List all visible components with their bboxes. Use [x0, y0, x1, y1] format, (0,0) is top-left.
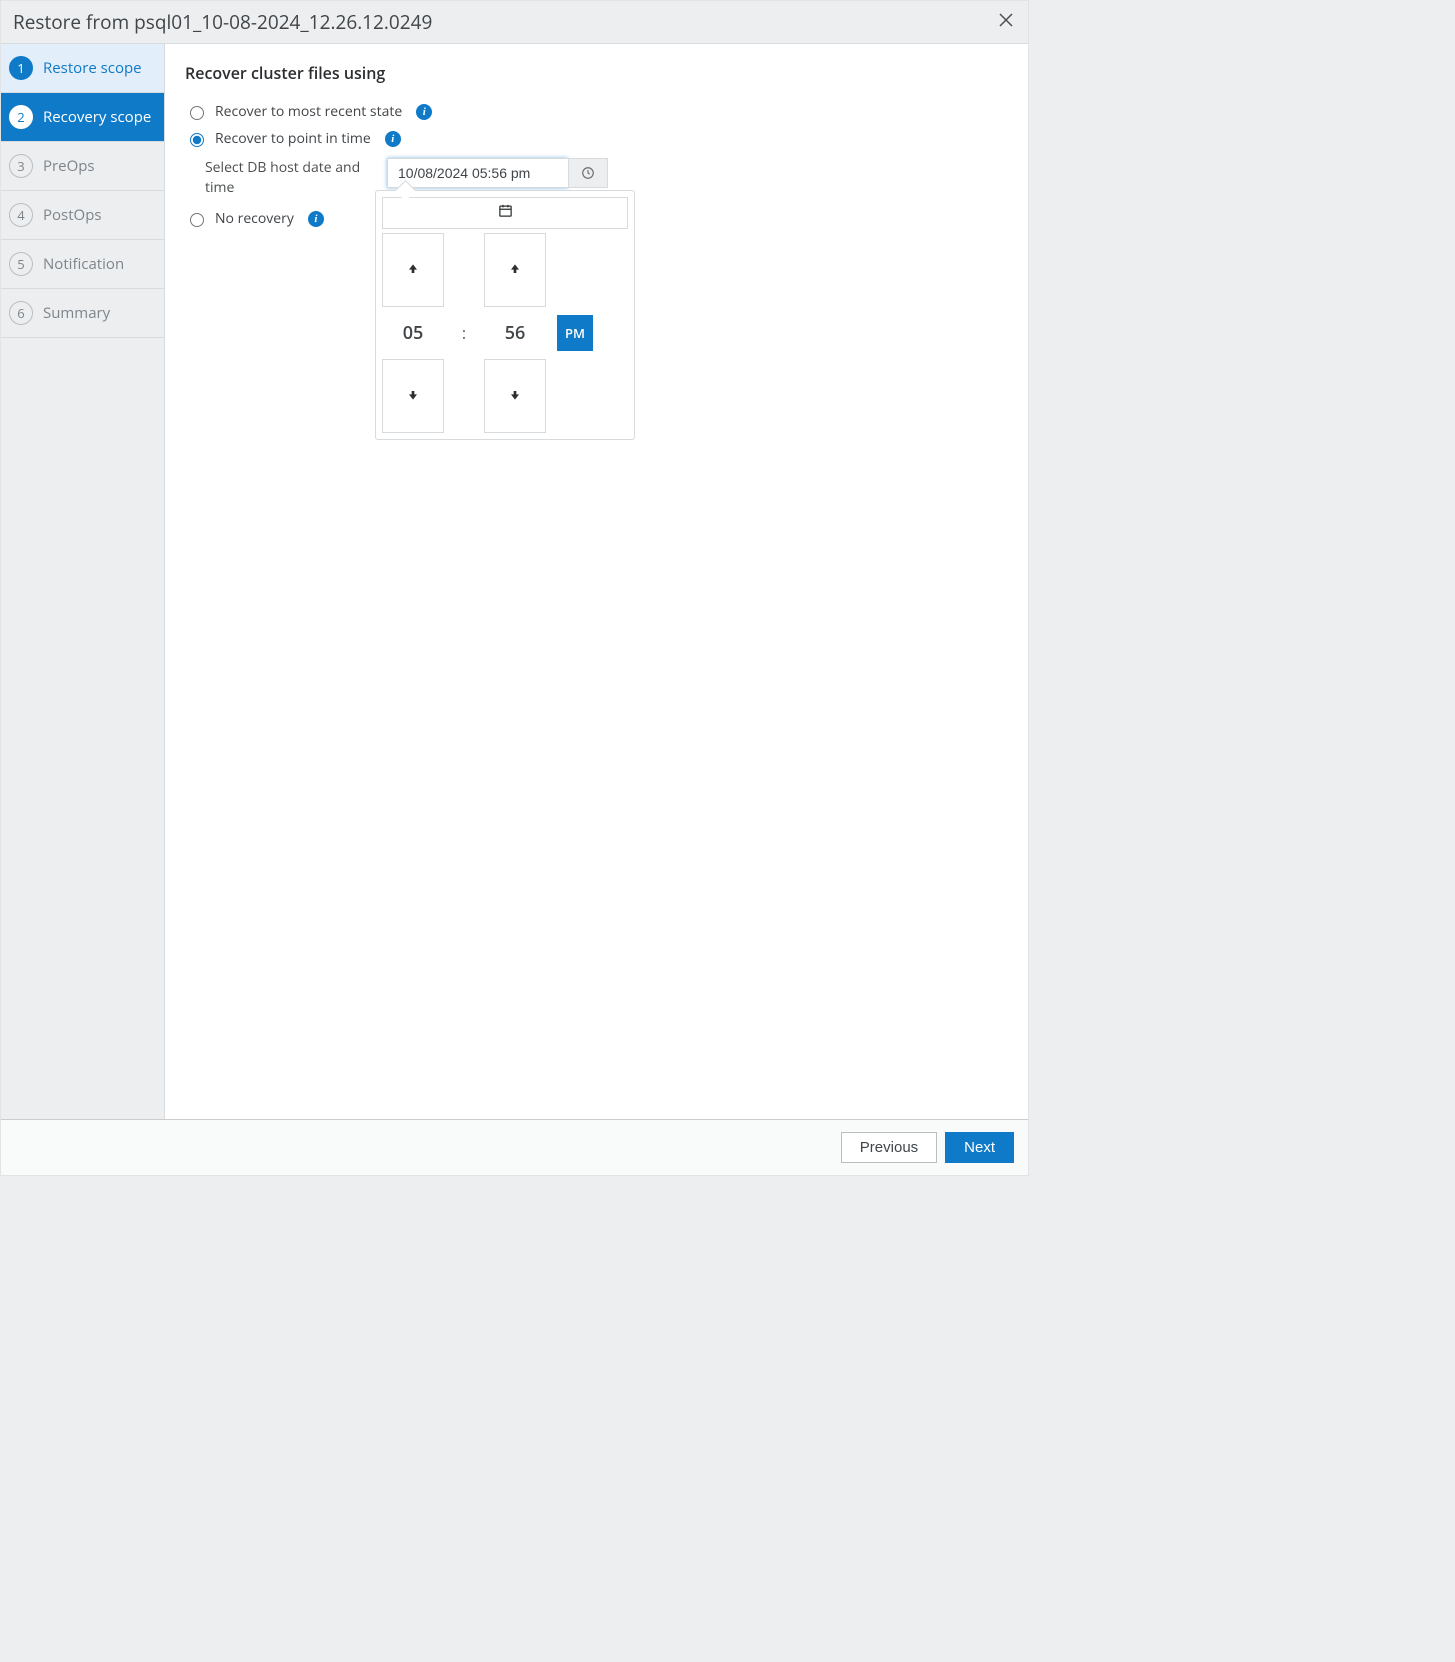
- step-label: Restore scope: [43, 58, 142, 78]
- option-most-recent[interactable]: Recover to most recent state i: [185, 102, 1008, 121]
- step-preops: 3 PreOps: [1, 142, 164, 191]
- datetime-input-wrap: [387, 158, 608, 188]
- minute-up-button[interactable]: [484, 233, 546, 307]
- step-label: Summary: [43, 303, 110, 323]
- radio-point-in-time[interactable]: [190, 133, 204, 147]
- dialog-header: Restore from psql01_10-08-2024_12.26.12.…: [1, 1, 1028, 44]
- main-content: Recover cluster files using Recover to m…: [165, 44, 1028, 1119]
- step-postops: 4 PostOps: [1, 191, 164, 240]
- info-icon[interactable]: i: [385, 131, 401, 147]
- minute-value[interactable]: 56: [505, 321, 526, 345]
- step-recovery-scope[interactable]: 2 Recovery scope: [1, 93, 164, 142]
- step-label: PostOps: [43, 205, 102, 225]
- minute-down-button[interactable]: [484, 359, 546, 433]
- arrow-up-icon: [507, 261, 523, 280]
- ampm-toggle[interactable]: PM: [557, 315, 593, 351]
- close-icon[interactable]: [994, 12, 1018, 33]
- arrow-up-icon: [405, 261, 421, 280]
- dialog-footer: Previous Next: [1, 1119, 1028, 1175]
- arrow-down-icon: [507, 387, 523, 406]
- step-label: Recovery scope: [43, 107, 151, 127]
- option-point-in-time[interactable]: Recover to point in time i: [185, 129, 1008, 148]
- timepicker-grid: 05 : 56 PM: [382, 233, 628, 433]
- step-number: 5: [9, 252, 33, 276]
- radio-no-recovery[interactable]: [190, 213, 204, 227]
- timepicker-popover: 05 : 56 PM: [375, 190, 635, 440]
- step-number: 1: [9, 56, 33, 80]
- clock-button[interactable]: [568, 158, 608, 188]
- time-separator: :: [462, 322, 466, 344]
- hour-up-button[interactable]: [382, 233, 444, 307]
- step-number: 6: [9, 301, 33, 325]
- content-heading: Recover cluster files using: [185, 62, 1008, 84]
- hour-value[interactable]: 05: [403, 321, 424, 345]
- option-label: No recovery: [215, 209, 294, 228]
- step-number: 3: [9, 154, 33, 178]
- info-icon[interactable]: i: [416, 104, 432, 120]
- dialog-title: Restore from psql01_10-08-2024_12.26.12.…: [13, 9, 432, 35]
- datetime-subfield: Select DB host date and time: [205, 158, 1008, 197]
- step-summary: 6 Summary: [1, 289, 164, 338]
- calendar-icon: [498, 203, 513, 223]
- info-icon[interactable]: i: [308, 211, 324, 227]
- previous-button[interactable]: Previous: [841, 1132, 937, 1163]
- restore-dialog: Restore from psql01_10-08-2024_12.26.12.…: [0, 0, 1029, 1176]
- step-label: PreOps: [43, 156, 95, 176]
- radio-most-recent[interactable]: [190, 106, 204, 120]
- hour-down-button[interactable]: [382, 359, 444, 433]
- dialog-body: 1 Restore scope 2 Recovery scope 3 PreOp…: [1, 44, 1028, 1119]
- datetime-label: Select DB host date and time: [205, 158, 365, 197]
- next-button[interactable]: Next: [945, 1132, 1014, 1163]
- step-number: 2: [9, 105, 33, 129]
- step-label: Notification: [43, 254, 124, 274]
- step-restore-scope[interactable]: 1 Restore scope: [1, 44, 164, 93]
- wizard-sidebar: 1 Restore scope 2 Recovery scope 3 PreOp…: [1, 44, 165, 1119]
- option-label: Recover to point in time: [215, 129, 371, 148]
- step-number: 4: [9, 203, 33, 227]
- step-notification: 5 Notification: [1, 240, 164, 289]
- calendar-toggle[interactable]: [382, 197, 628, 229]
- arrow-down-icon: [405, 387, 421, 406]
- option-label: Recover to most recent state: [215, 102, 402, 121]
- datetime-input[interactable]: [387, 158, 568, 188]
